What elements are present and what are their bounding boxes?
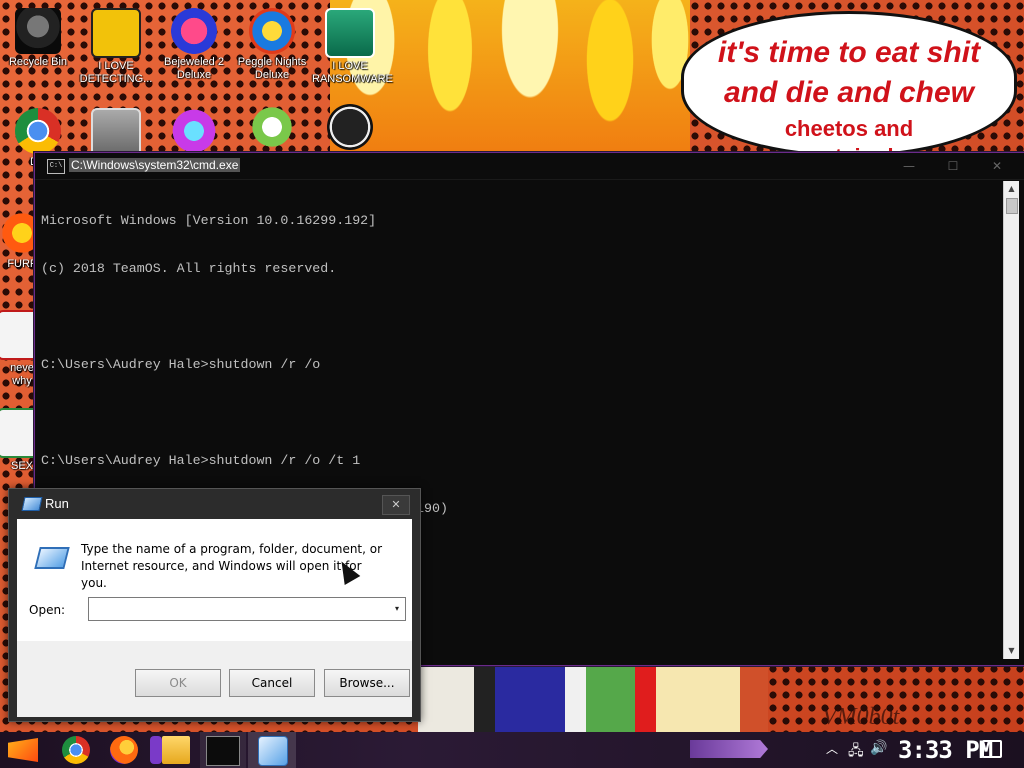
console-line: (c) 2018 TeamOS. All rights reserved. <box>41 261 337 276</box>
desktop-icon-bejeweled[interactable]: Bejeweled 2 Deluxe <box>156 8 232 82</box>
cmd-title: C:\Windows\system32\cmd.exe <box>69 158 241 172</box>
desktop-icon-label: I LOVE RANSOMWARE <box>312 60 393 85</box>
minimize-button[interactable]: — <box>889 157 929 175</box>
desktop-icon-plant[interactable] <box>234 104 310 152</box>
start-button[interactable] <box>8 738 38 762</box>
run-icon <box>21 497 43 511</box>
browse-button[interactable]: Browse... <box>324 669 410 697</box>
volume-icon[interactable]: 🔊 <box>870 740 887 756</box>
notification-center-icon[interactable] <box>982 740 1002 758</box>
taskbar-cmd-icon[interactable] <box>206 736 240 766</box>
open-label: Open: <box>29 603 66 617</box>
recycle-bin-icon <box>15 8 61 54</box>
desktop-icon-peggle[interactable]: Peggle Nights Deluxe <box>234 8 310 82</box>
taskbar-chrome-icon[interactable] <box>62 736 90 764</box>
run-title: Run <box>45 496 69 511</box>
close-button[interactable]: ✕ <box>977 157 1017 175</box>
speech-line: it's time to eat shit <box>717 36 981 69</box>
ok-button[interactable]: OK <box>135 669 221 697</box>
desktop-icon-ransomware[interactable]: I LOVE RANSOMWARE <box>312 8 393 86</box>
publisher-icon <box>325 8 375 58</box>
run-close-button[interactable]: ✕ <box>382 495 410 515</box>
cancel-button[interactable]: Cancel <box>229 669 315 697</box>
peggle-icon <box>249 8 295 54</box>
cmd-scrollbar[interactable]: ▲ ▼ <box>1003 181 1019 659</box>
console-line: Microsoft Windows [Version 10.0.16299.19… <box>41 213 377 228</box>
windows-stack-icon <box>91 108 141 158</box>
desktop-icon-label: Bejeweled 2 Deluxe <box>164 56 224 81</box>
gem-icon <box>171 108 217 154</box>
run-titlebar[interactable]: Run ✕ <box>9 489 420 519</box>
scroll-down-arrow-icon[interactable]: ▼ <box>1004 643 1019 659</box>
run-button-bar: OK Cancel Browse... <box>17 641 412 717</box>
run-program-icon <box>34 547 70 569</box>
taskbar-run-icon[interactable] <box>258 736 288 766</box>
maximize-button[interactable]: ☐ <box>933 157 973 175</box>
scroll-up-arrow-icon[interactable]: ▲ <box>1004 181 1019 197</box>
console-line: C:\Users\Audrey Hale>shutdown /r /o /t 1 <box>41 453 361 468</box>
speech-bubble: it's time to eat shit and die and chew c… <box>684 14 1014 154</box>
desktop-icon-gem[interactable] <box>156 108 232 156</box>
network-icon[interactable]: 🖧 <box>848 740 864 764</box>
taskbar: ︿ 🖧 🔊 3:33 PM <box>0 732 1024 768</box>
scroll-thumb[interactable] <box>1006 198 1018 214</box>
plant-icon <box>249 104 295 150</box>
wallpaper-collage <box>418 664 768 734</box>
desktop-icon-label: Peggle Nights Deluxe <box>237 56 307 81</box>
desktop-icon-emblem[interactable] <box>312 104 388 152</box>
cmd-app-icon: C:\ <box>47 159 65 174</box>
taskbar-clock[interactable]: 3:33 PM <box>898 736 993 764</box>
de-icon <box>91 8 141 58</box>
open-input[interactable] <box>88 597 406 621</box>
speech-line: and die and chew <box>723 76 975 109</box>
taskbar-separator-icon <box>150 736 162 764</box>
desktop-icon-recycle-bin[interactable]: Recycle Bin <box>0 8 76 69</box>
taskbar-file-explorer-icon[interactable] <box>162 736 190 764</box>
emblem-icon <box>327 104 373 150</box>
bejeweled-icon <box>171 8 217 54</box>
cmd-titlebar[interactable]: C:\ C:\Windows\system32\cmd.exe — ☐ ✕ <box>35 153 1024 180</box>
taskbar-firefox-icon[interactable] <box>110 736 138 764</box>
console-line: C:\Users\Audrey Hale>shutdown /r /o <box>41 357 321 372</box>
desktop-icon-label: I LOVE DETECTING... <box>79 60 153 85</box>
wallpaper-watermark: VM0b0t <box>822 704 900 730</box>
tray-overflow-chevron-icon[interactable]: ︿ <box>826 740 838 757</box>
taskbar-decoration <box>690 740 768 758</box>
desktop-icon-label: Recycle Bin <box>8 56 68 68</box>
dropdown-arrow-icon[interactable]: ▾ <box>389 599 405 619</box>
speech-line: cheetos and <box>784 116 914 141</box>
desktop-icon-detecting[interactable]: I LOVE DETECTING... <box>78 8 154 86</box>
run-dialog[interactable]: Run ✕ Type the name of a program, folder… <box>8 488 421 722</box>
chrome-icon <box>15 108 61 154</box>
